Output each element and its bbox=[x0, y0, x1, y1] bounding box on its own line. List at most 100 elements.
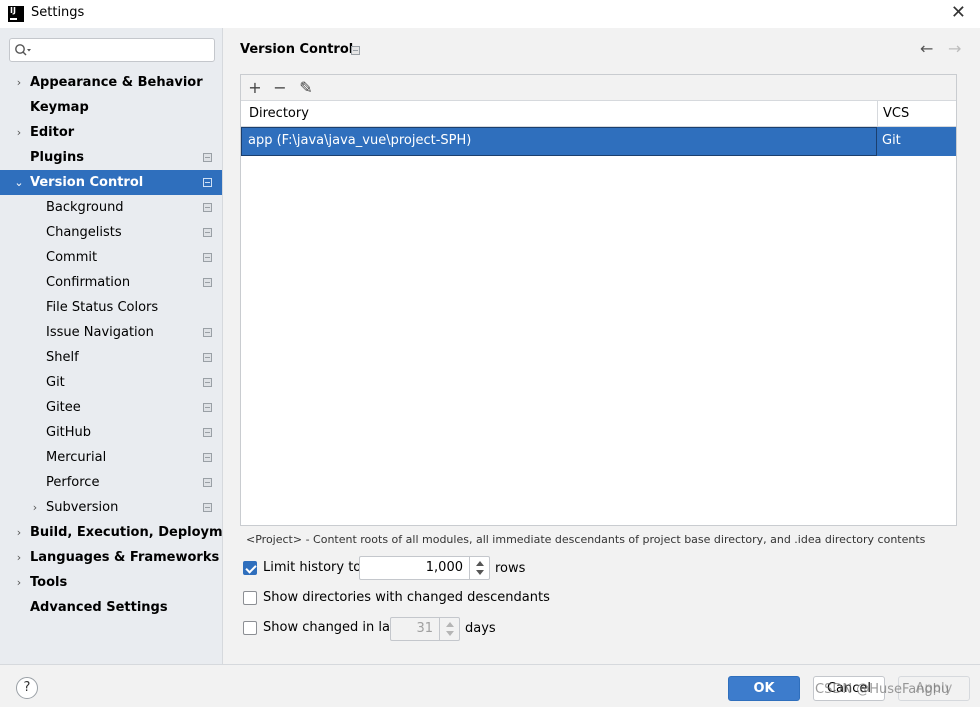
limit-history-value[interactable]: 1,000 bbox=[426, 560, 463, 575]
sidebar-item-issue-navigation[interactable]: Issue Navigation bbox=[0, 320, 222, 345]
sidebar-item-label: Shelf bbox=[46, 350, 79, 365]
sidebar-item-version-control[interactable]: ⌄ Version Control bbox=[0, 170, 222, 195]
chevron-right-icon[interactable]: › bbox=[30, 495, 40, 520]
search-input[interactable] bbox=[36, 41, 211, 59]
sidebar-item-tools[interactable]: › Tools bbox=[0, 570, 222, 595]
sidebar-item-label: Background bbox=[46, 200, 124, 215]
sidebar-item-github[interactable]: GitHub bbox=[0, 420, 222, 445]
sidebar-item-editor[interactable]: › Editor bbox=[0, 120, 222, 145]
sidebar-item-label: Confirmation bbox=[46, 275, 131, 290]
stepper-arrows-icon[interactable] bbox=[469, 557, 489, 579]
column-header-directory[interactable]: Directory bbox=[249, 106, 309, 121]
project-level-icon bbox=[203, 478, 212, 487]
ok-button[interactable]: OK bbox=[728, 676, 800, 701]
sidebar-item-confirmation[interactable]: Confirmation bbox=[0, 270, 222, 295]
close-icon[interactable]: ✕ bbox=[951, 4, 966, 22]
search-icon bbox=[15, 44, 31, 56]
vcs-cell[interactable]: Git bbox=[882, 133, 901, 148]
sidebar-item-label: Build, Execution, Deployment bbox=[30, 525, 247, 540]
project-hint-text: <Project> - Content roots of all modules… bbox=[246, 533, 926, 546]
show-changed-label[interactable]: Show changed in last bbox=[263, 620, 402, 635]
add-icon[interactable]: + bbox=[246, 78, 264, 98]
project-level-icon bbox=[351, 46, 360, 55]
chevron-right-icon[interactable]: › bbox=[14, 70, 24, 95]
back-arrow-icon[interactable]: ← bbox=[920, 39, 933, 58]
sidebar-item-label: Languages & Frameworks bbox=[30, 550, 220, 565]
sidebar-item-background[interactable]: Background bbox=[0, 195, 222, 220]
sidebar-item-label: Tools bbox=[30, 575, 68, 590]
sidebar-item-shelf[interactable]: Shelf bbox=[0, 345, 222, 370]
sidebar-item-label: Keymap bbox=[30, 100, 89, 115]
directory-cell[interactable]: app (F:\java\java_vue\project-SPH) bbox=[241, 127, 877, 156]
dialog-footer: ? OK Cancel Apply CSDN @HuseFanghu bbox=[0, 664, 980, 707]
sidebar-item-label: Plugins bbox=[30, 150, 84, 165]
project-level-icon bbox=[203, 328, 212, 337]
sidebar-item-commit[interactable]: Commit bbox=[0, 245, 222, 270]
sidebar-item-mercurial[interactable]: Mercurial bbox=[0, 445, 222, 470]
show-dirs-checkbox[interactable] bbox=[243, 591, 257, 605]
sidebar-item-label: Changelists bbox=[46, 225, 122, 240]
chevron-right-icon[interactable]: › bbox=[14, 120, 24, 145]
help-icon[interactable]: ? bbox=[16, 677, 38, 699]
table-row[interactable]: app (F:\java\java_vue\project-SPH) Git bbox=[241, 127, 956, 156]
column-divider[interactable] bbox=[877, 101, 878, 127]
sidebar-item-keymap[interactable]: Keymap bbox=[0, 95, 222, 120]
sidebar-item-changelists[interactable]: Changelists bbox=[0, 220, 222, 245]
sidebar-item-file-status-colors[interactable]: File Status Colors bbox=[0, 295, 222, 320]
project-level-icon bbox=[203, 253, 212, 262]
sidebar-item-label: GitHub bbox=[46, 425, 92, 440]
show-dirs-option: Show directories with changed descendant… bbox=[243, 588, 550, 610]
table-header: Directory VCS bbox=[241, 101, 956, 127]
sidebar-item-gitee[interactable]: Gitee bbox=[0, 395, 222, 420]
show-dirs-label[interactable]: Show directories with changed descendant… bbox=[263, 590, 550, 605]
project-level-icon bbox=[203, 228, 212, 237]
project-level-icon bbox=[203, 203, 212, 212]
sidebar-item-perforce[interactable]: Perforce bbox=[0, 470, 222, 495]
sidebar-item-git[interactable]: Git bbox=[0, 370, 222, 395]
search-field[interactable] bbox=[9, 38, 215, 62]
days-suffix: days bbox=[465, 621, 496, 636]
sidebar-item-label: Version Control bbox=[30, 175, 144, 190]
sidebar-item-label: Subversion bbox=[46, 500, 119, 515]
limit-history-label[interactable]: Limit history to: bbox=[263, 560, 366, 575]
sidebar-item-plugins[interactable]: Plugins bbox=[0, 145, 222, 170]
chevron-right-icon[interactable]: › bbox=[14, 570, 24, 595]
chevron-right-icon[interactable]: › bbox=[14, 520, 24, 545]
project-level-icon bbox=[203, 353, 212, 362]
limit-history-checkbox[interactable] bbox=[243, 561, 257, 575]
sidebar-item-build-execution-deployment[interactable]: › Build, Execution, Deployment bbox=[0, 520, 247, 545]
sidebar-item-appearance-behavior[interactable]: › Appearance & Behavior bbox=[0, 70, 222, 95]
edit-icon[interactable]: ✎ bbox=[297, 78, 315, 98]
show-changed-stepper: 31 bbox=[390, 617, 460, 641]
sidebar-item-label: Commit bbox=[46, 250, 98, 265]
chevron-down-icon[interactable]: ⌄ bbox=[14, 170, 24, 195]
window-title: Settings bbox=[31, 5, 85, 20]
sidebar-item-label: Advanced Settings bbox=[30, 600, 168, 615]
limit-history-stepper[interactable]: 1,000 bbox=[359, 556, 490, 580]
project-level-icon bbox=[203, 378, 212, 387]
mappings-toolbar: + − ✎ bbox=[241, 75, 956, 101]
sidebar-item-subversion[interactable]: › Subversion bbox=[0, 495, 222, 520]
remove-icon[interactable]: − bbox=[271, 78, 289, 98]
column-header-vcs[interactable]: VCS bbox=[883, 106, 909, 121]
chevron-right-icon[interactable]: › bbox=[14, 545, 24, 570]
show-changed-checkbox[interactable] bbox=[243, 621, 257, 635]
sidebar-item-label: Editor bbox=[30, 125, 75, 140]
project-level-icon bbox=[203, 403, 212, 412]
rows-suffix: rows bbox=[495, 561, 526, 576]
page-title: Version Control bbox=[240, 42, 354, 57]
intellij-logo-icon: IJ bbox=[8, 6, 24, 22]
project-level-icon bbox=[203, 153, 212, 162]
sidebar-item-languages-frameworks[interactable]: › Languages & Frameworks bbox=[0, 545, 222, 570]
forward-arrow-icon[interactable]: → bbox=[948, 39, 961, 58]
settings-sidebar: › Appearance & Behavior Keymap › Editor Plugi… bbox=[0, 28, 247, 664]
settings-tree: › Appearance & Behavior Keymap › Editor Plugi… bbox=[0, 70, 247, 620]
project-level-icon bbox=[203, 453, 212, 462]
sidebar-item-label: Git bbox=[46, 375, 65, 390]
main-panel: Version Control ← → + − ✎ Directory VCS … bbox=[223, 28, 980, 664]
sidebar-item-advanced-settings[interactable]: Advanced Settings bbox=[0, 595, 222, 620]
sidebar-item-label: Gitee bbox=[46, 400, 81, 415]
project-level-icon bbox=[203, 428, 212, 437]
project-level-icon bbox=[203, 503, 212, 512]
show-changed-value: 31 bbox=[416, 621, 433, 636]
